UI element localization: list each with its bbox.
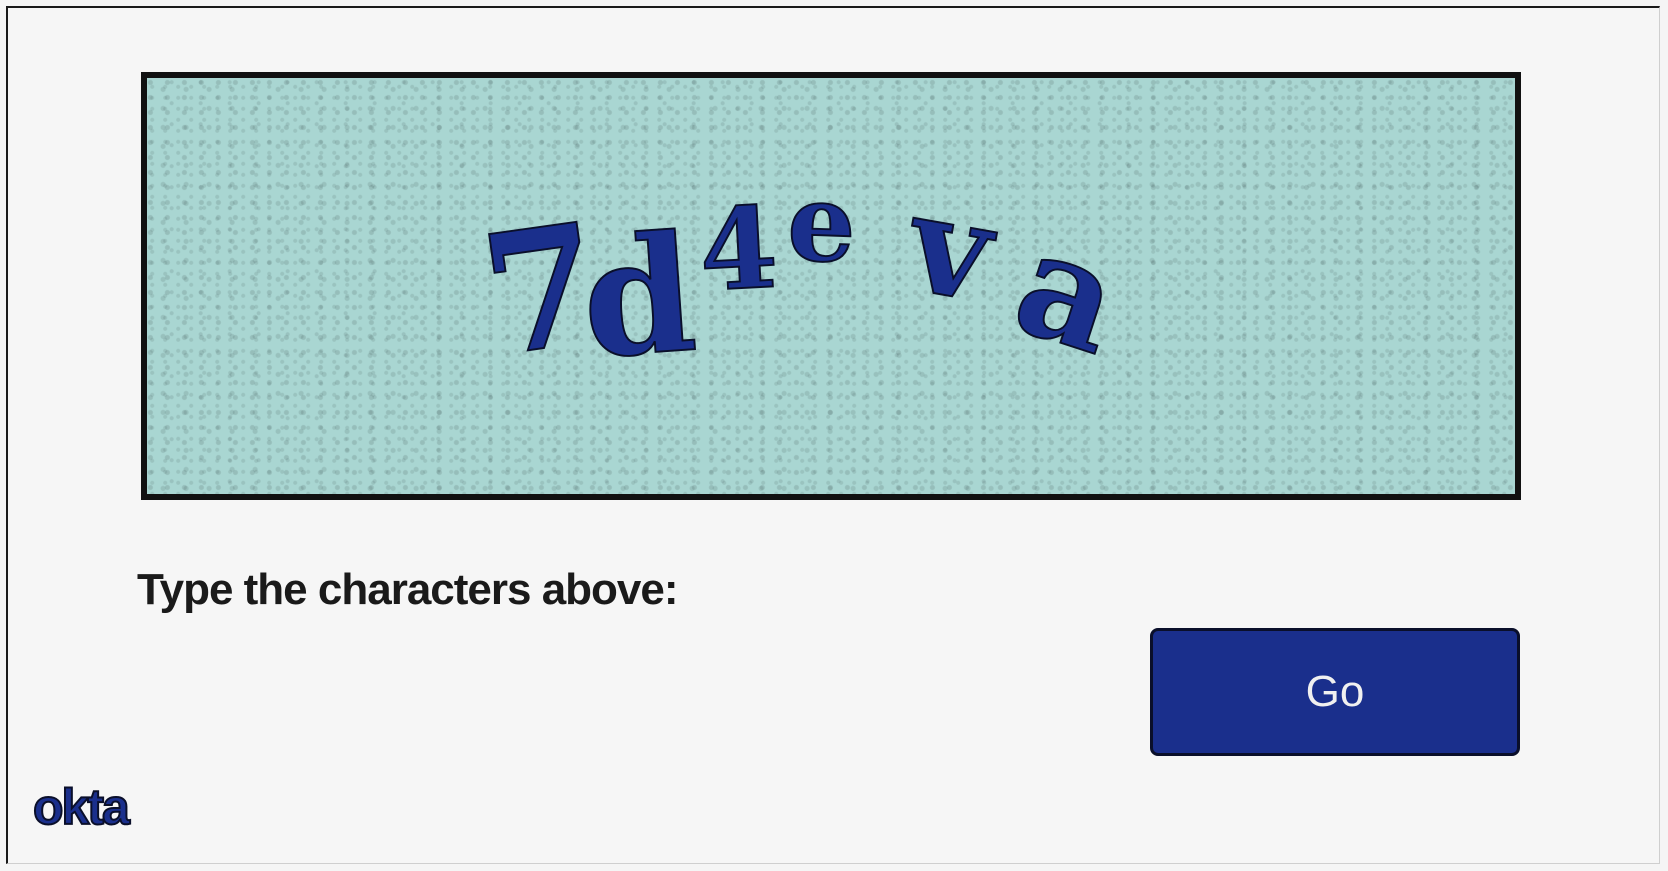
captcha-image: 7 d 4 e v a bbox=[141, 72, 1521, 500]
captcha-text-graphic: 7 d 4 e v a bbox=[470, 159, 1140, 395]
captcha-char: a bbox=[997, 196, 1140, 388]
okta-logo: okta bbox=[32, 778, 131, 836]
go-button[interactable]: Go bbox=[1150, 628, 1520, 756]
captcha-char: d bbox=[576, 198, 701, 394]
page: 7 d 4 e v a Type the characters above: G… bbox=[0, 0, 1668, 871]
captcha-char: v bbox=[895, 162, 1007, 335]
captcha-char: 4 bbox=[696, 182, 781, 317]
captcha-prompt: Type the characters above: bbox=[137, 565, 679, 614]
captcha-char: e bbox=[785, 160, 857, 287]
go-button-label: Go bbox=[1305, 667, 1365, 716]
